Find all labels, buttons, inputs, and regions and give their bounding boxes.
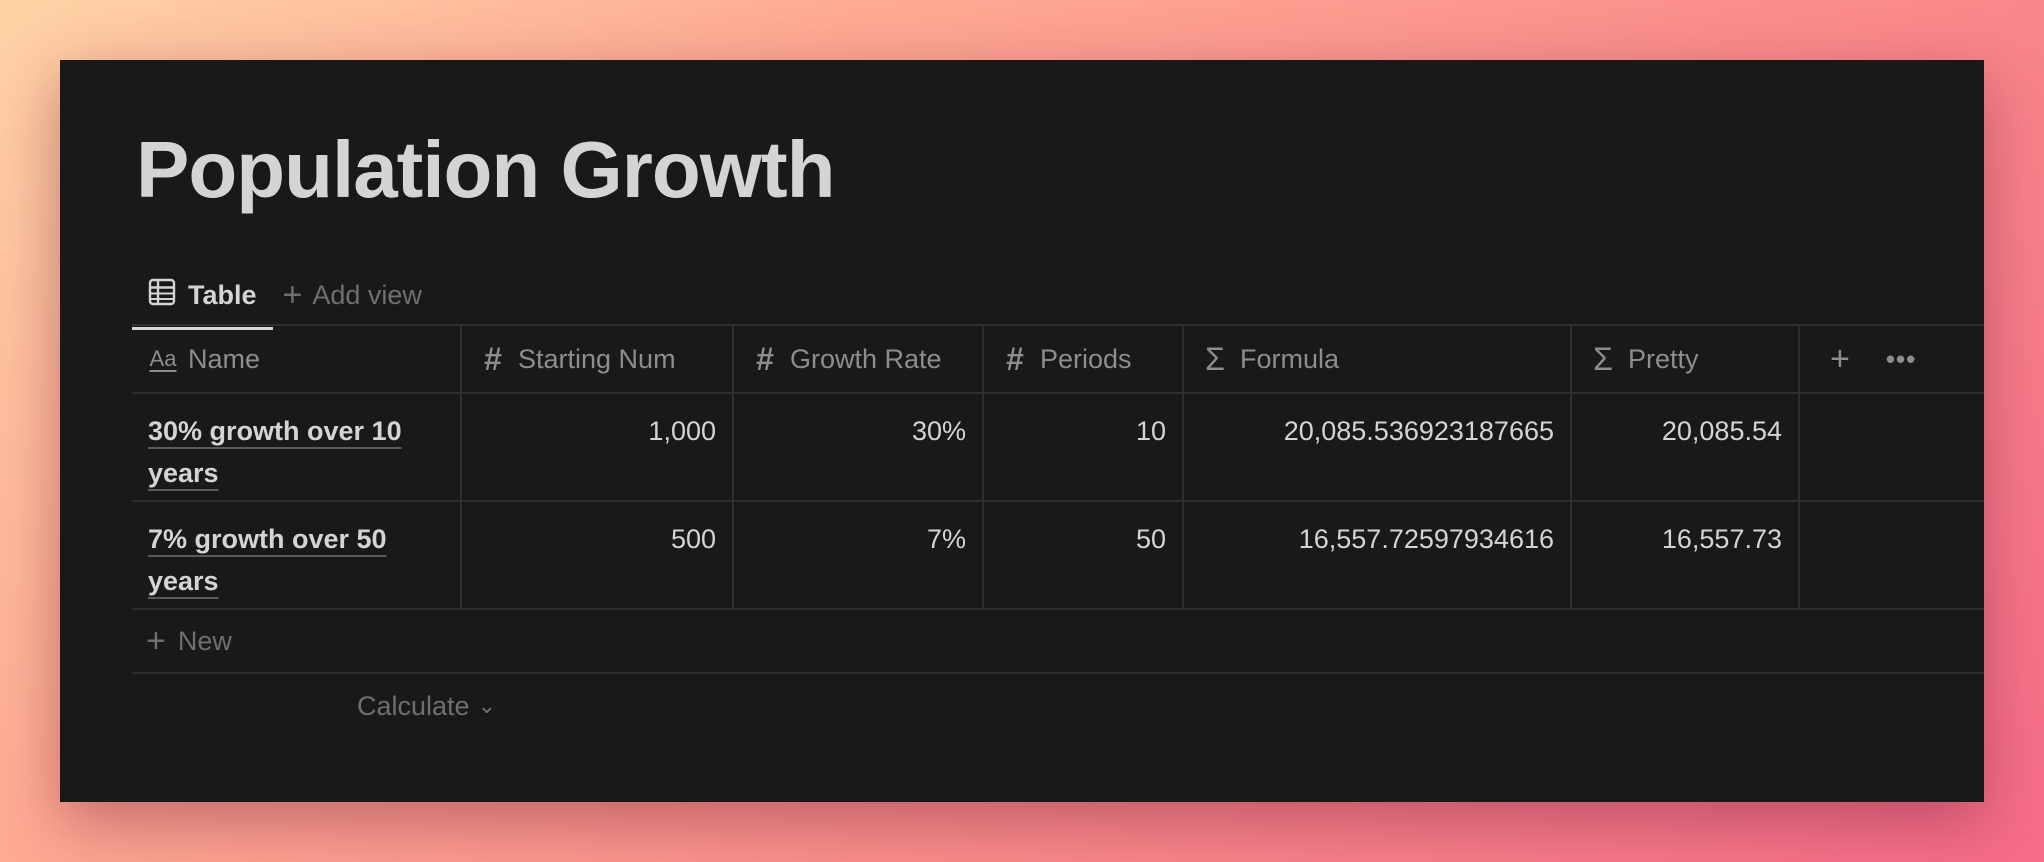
cell-name[interactable]: 30% growth over 10 years	[132, 394, 462, 500]
text-property-icon: Aa	[149, 346, 177, 371]
row-title-link[interactable]: 30% growth over 10 years	[148, 416, 402, 488]
row-title-link[interactable]: 7% growth over 50 years	[148, 524, 387, 596]
cell-periods[interactable]: 50	[984, 502, 1184, 608]
cell-pretty[interactable]: 20,085.54	[1572, 394, 1800, 500]
formula-property-icon: Σ	[1593, 340, 1613, 377]
cell-starting-num[interactable]: 1,000	[462, 394, 734, 500]
notion-page-window: Population Growth Table + Add view Aa Na…	[60, 60, 1984, 802]
column-header-pretty[interactable]: Σ Pretty	[1572, 326, 1800, 392]
add-property-icon[interactable]: +	[1830, 342, 1850, 376]
column-header-label: Pretty	[1628, 343, 1699, 374]
table-header-row: Aa Name # Starting Num # Growth Rate # P…	[132, 324, 1984, 394]
tab-table-label: Table	[188, 279, 257, 310]
cell-empty	[1800, 394, 1984, 500]
add-view-label: Add view	[312, 279, 422, 310]
column-header-label: Name	[188, 343, 261, 374]
column-header-label: Formula	[1240, 343, 1340, 374]
page-title[interactable]: Population Growth	[136, 130, 835, 210]
number-property-icon: #	[484, 340, 502, 377]
cell-starting-num[interactable]: 500	[462, 502, 734, 608]
column-header-periods[interactable]: # Periods	[984, 326, 1184, 392]
cell-formula[interactable]: 16,557.72597934616	[1184, 502, 1572, 608]
table-row[interactable]: 7% growth over 50 years 500 7% 50 16,557…	[132, 502, 1984, 610]
database-table: Aa Name # Starting Num # Growth Rate # P…	[132, 324, 1984, 738]
calculate-label: Calculate	[357, 690, 470, 721]
cell-periods[interactable]: 10	[984, 394, 1184, 500]
column-header-growth-rate[interactable]: # Growth Rate	[734, 326, 984, 392]
cell-formula[interactable]: 20,085.536923187665	[1184, 394, 1572, 500]
column-header-label: Starting Num	[518, 343, 676, 374]
calculate-button[interactable]: Calculate ⌄	[132, 674, 1984, 738]
cell-pretty[interactable]: 16,557.73	[1572, 502, 1800, 608]
new-row-button[interactable]: + New	[132, 610, 1984, 674]
table-icon	[148, 278, 176, 313]
column-header-name[interactable]: Aa Name	[132, 326, 462, 392]
number-property-icon: #	[756, 340, 774, 377]
formula-property-icon: Σ	[1205, 340, 1225, 377]
column-header-formula[interactable]: Σ Formula	[1184, 326, 1572, 392]
number-property-icon: #	[1006, 340, 1024, 377]
cell-growth-rate[interactable]: 7%	[734, 502, 984, 608]
table-row[interactable]: 30% growth over 10 years 1,000 30% 10 20…	[132, 394, 1984, 502]
cell-name[interactable]: 7% growth over 50 years	[132, 502, 462, 608]
chevron-down-icon: ⌄	[477, 693, 496, 718]
more-options-icon[interactable]: •••	[1886, 346, 1916, 372]
cell-empty	[1800, 502, 1984, 608]
new-row-label: New	[177, 625, 232, 656]
column-header-label: Growth Rate	[790, 343, 942, 374]
column-header-actions: + •••	[1800, 326, 1984, 392]
plus-icon: +	[282, 276, 303, 314]
cell-growth-rate[interactable]: 30%	[734, 394, 984, 500]
plus-icon: +	[146, 622, 166, 660]
column-header-label: Periods	[1040, 343, 1132, 374]
tab-table[interactable]: Table	[132, 260, 273, 330]
add-view-button[interactable]: + Add view	[273, 260, 422, 330]
column-header-starting-num[interactable]: # Starting Num	[462, 326, 734, 392]
view-tabs: Table + Add view	[132, 260, 422, 330]
